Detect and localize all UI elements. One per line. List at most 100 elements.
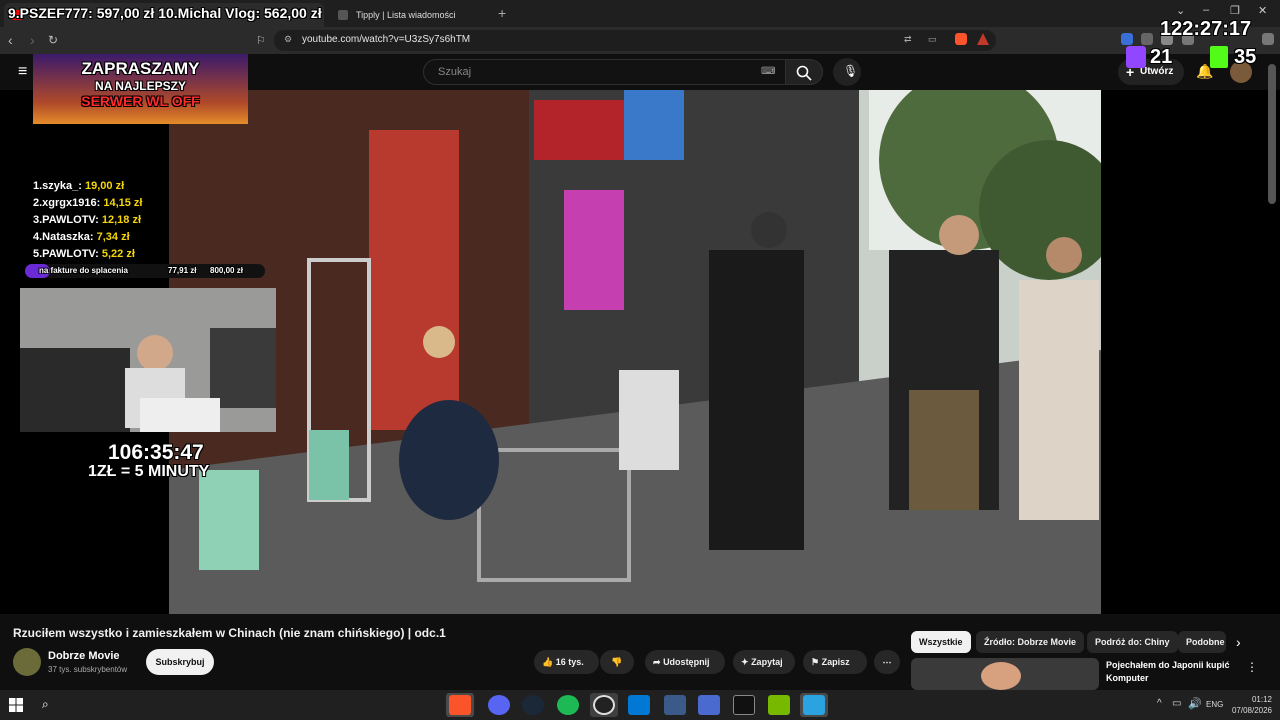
- windows-start-icon[interactable]: [9, 698, 23, 712]
- search-button[interactable]: [785, 59, 823, 85]
- back-icon[interactable]: ‹: [8, 32, 13, 48]
- dislike-button[interactable]: 👎: [600, 650, 634, 674]
- thumbs-up-icon: 👍: [542, 657, 554, 667]
- translate-icon[interactable]: ⇄: [904, 34, 912, 45]
- search-placeholder: Szukaj: [438, 66, 472, 78]
- tray-chevron-icon[interactable]: ^: [1157, 698, 1162, 709]
- chip-travel[interactable]: Podróż do: Chiny: [1087, 631, 1178, 653]
- bookmark-icon[interactable]: ⚐: [256, 34, 266, 47]
- share-button[interactable]: ➦ Udostępnij: [645, 650, 725, 674]
- network-app-icon[interactable]: [664, 695, 686, 715]
- more-actions-button[interactable]: ⋯: [874, 650, 900, 674]
- site-info-icon[interactable]: ⚙: [284, 34, 292, 45]
- url-text: youtube.com/watch?v=U3zSy7s6hTM: [302, 34, 471, 45]
- hamburger-menu-icon[interactable]: ≡: [18, 64, 27, 80]
- tab-search-chevron-icon[interactable]: ⌄: [1176, 4, 1185, 17]
- banner-line2: NA NAJLEPSZY: [95, 79, 186, 93]
- like-button[interactable]: 👍 16 tys.: [534, 650, 599, 674]
- obs-icon: [593, 695, 615, 715]
- search-input[interactable]: Szukaj ⌨: [423, 59, 787, 85]
- tools-app-icon[interactable]: [698, 695, 720, 715]
- ask-label: Zapytaj: [751, 657, 783, 667]
- chip-similar[interactable]: Podobne: [1178, 631, 1226, 653]
- ask-button[interactable]: ✦ Zapytaj: [733, 650, 795, 674]
- taskbar-date: 07/08/2026: [1231, 706, 1272, 715]
- youtube-page: ≡ Szukaj ⌨ 🎙 + Utwórz 🔔 ZAPRASZAMY NA NA…: [0, 46, 1280, 690]
- new-tab-icon[interactable]: +: [498, 5, 506, 21]
- video-frame: [169, 90, 1101, 614]
- kick-viewers: 35: [1234, 46, 1257, 68]
- banner-line3: SERWER WL OFF: [81, 93, 200, 109]
- terminal-icon[interactable]: [733, 695, 755, 715]
- taskbar-clock[interactable]: 01:12 07/08/2026: [1226, 694, 1272, 716]
- like-count: 16 tys.: [555, 657, 584, 667]
- channel-name[interactable]: Dobrze Movie: [48, 650, 120, 662]
- telegram-icon: [803, 695, 825, 715]
- top-donors-overlay: 9.PSZEF777: 597,00 zł 10.Michal Vlog: 56…: [8, 5, 322, 21]
- minimize-icon[interactable]: –: [1203, 4, 1209, 16]
- vscode-icon[interactable]: [628, 695, 650, 715]
- omnibox[interactable]: ⚙ youtube.com/watch?v=U3zSy7s6hTM ⇄ ▭: [274, 30, 996, 51]
- page-scrollbar[interactable]: [1268, 64, 1276, 204]
- leaderboard-row: 2.xgrgx1916: 14,15 zł: [33, 197, 143, 209]
- subathon-timer: 106:35:47: [108, 441, 204, 464]
- chip-source[interactable]: Źródło: Dobrze Movie: [976, 631, 1084, 653]
- leaderboard-row: 4.Nataszka: 7,34 zł: [33, 231, 130, 243]
- subathon-rate: 1ZŁ = 5 MINUTY: [88, 463, 210, 480]
- chip-all[interactable]: Wszystkie: [911, 631, 971, 653]
- search-taskbar-icon[interactable]: ⌕: [42, 697, 49, 712]
- cast-icon[interactable]: ▭: [928, 34, 937, 45]
- extension-audio-icon[interactable]: [1121, 33, 1133, 45]
- reload-icon[interactable]: ↻: [48, 33, 58, 47]
- twitch-icon: [1126, 46, 1146, 68]
- maximize-icon[interactable]: ❐: [1230, 4, 1240, 17]
- leaderboard-row: 1.szyka_: 19,00 zł: [33, 180, 125, 192]
- search-icon: [796, 65, 812, 81]
- subscribe-button[interactable]: Subskrybuj: [146, 649, 214, 675]
- keyboard-icon[interactable]: ⌨: [761, 66, 775, 77]
- discord-icon[interactable]: [488, 695, 510, 715]
- voice-search-button[interactable]: 🎙: [833, 58, 861, 86]
- mic-icon: 🎙: [843, 64, 859, 78]
- channel-subscribers: 37 tys. subskrybentów: [48, 665, 128, 674]
- stream-clock: 122:27:17: [1160, 18, 1252, 40]
- thumbs-down-icon: 👎: [611, 657, 623, 667]
- forward-icon[interactable]: ›: [30, 32, 35, 48]
- goal-target: 800,00 zł: [210, 266, 243, 275]
- steam-icon[interactable]: [522, 695, 544, 715]
- webcam-overlay: [20, 288, 276, 432]
- share-icon: ➦: [653, 657, 661, 667]
- save-button[interactable]: ⚑ Zapisz: [803, 650, 867, 674]
- share-label: Udostępnij: [663, 657, 710, 667]
- promo-banner: ZAPRASZAMY NA NAJLEPSZY SERWER WL OFF: [33, 54, 248, 124]
- extensions-icon[interactable]: [1141, 33, 1153, 45]
- network-tray-icon[interactable]: ▭: [1172, 698, 1181, 709]
- recommended-thumbnail[interactable]: [911, 658, 1099, 690]
- recommended-title[interactable]: Pojechałem do Japonii kupić Komputer: [1106, 659, 1244, 685]
- kick-icon: [1210, 46, 1228, 68]
- leaderboard-row: 5.PAWLOTV: 5,22 zł: [33, 248, 135, 260]
- menu-icon[interactable]: [1262, 33, 1274, 45]
- channel-avatar[interactable]: [13, 648, 41, 676]
- nvidia-icon[interactable]: [768, 695, 790, 715]
- thumbnail-face: [981, 662, 1021, 690]
- bookmark-save-icon: ⚑: [811, 657, 820, 667]
- browser-address-bar: ‹ › ↻ ⚐ ⚙ youtube.com/watch?v=U3zSy7s6hT…: [0, 27, 1280, 54]
- street-scene-image: [169, 90, 1101, 614]
- brave-shield-icon[interactable]: [955, 33, 967, 45]
- recommended-menu-icon[interactable]: ⋮: [1246, 660, 1258, 674]
- goal-label: na fakture do splacenia: [39, 266, 128, 275]
- chips-next-icon[interactable]: ›: [1236, 634, 1241, 650]
- taskbar-time: 01:12: [1251, 695, 1272, 704]
- save-label: Zapisz: [821, 657, 850, 667]
- tab-tipply[interactable]: Tipply | Lista wiadomości: [330, 3, 490, 27]
- close-icon[interactable]: ✕: [1258, 4, 1267, 17]
- language-indicator[interactable]: ENG: [1206, 700, 1223, 709]
- tipply-favicon-icon: [338, 10, 348, 20]
- spotify-icon[interactable]: [557, 695, 579, 715]
- brave-icon: [449, 695, 471, 715]
- volume-icon[interactable]: 🔊: [1188, 697, 1202, 710]
- windows-taskbar: ⌕ ^ ▭ 🔊 ENG 01:12 07/08/2026: [0, 690, 1280, 720]
- goal-current: 77,91 zł: [168, 266, 197, 275]
- donation-goal-bar: na fakture do splacenia 77,91 zł 800,00 …: [25, 264, 265, 278]
